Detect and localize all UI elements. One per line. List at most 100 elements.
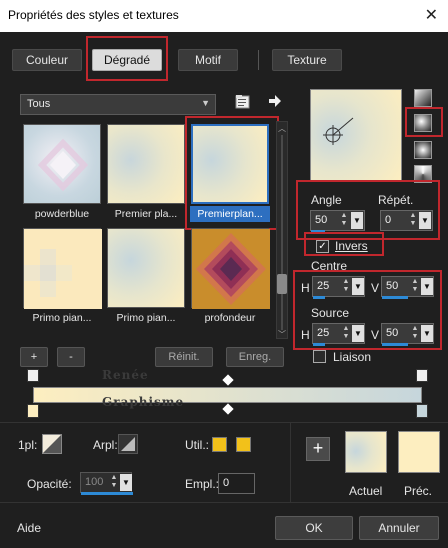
repeat-label: Répét.	[378, 193, 414, 207]
repeat-value: 0	[385, 214, 392, 226]
source-v-value: 50	[386, 327, 399, 339]
previous-gradient-swatch[interactable]	[398, 431, 440, 473]
center-v-label: V	[371, 281, 380, 295]
scrollbar-track-line	[281, 135, 283, 330]
radial-gradient-type-icon[interactable]	[414, 165, 432, 183]
add-to-library-icon[interactable]: +	[306, 437, 330, 461]
center-h-value: 25	[317, 280, 330, 292]
tab-divider	[258, 50, 259, 70]
ok-button[interactable]: OK	[275, 516, 353, 540]
reset-button[interactable]: Réinit.	[155, 347, 213, 367]
thumb-label: powderblue	[34, 208, 90, 220]
opacity-slider-fill	[81, 492, 133, 495]
repeat-spinner[interactable]: 0 ▲ ▼ ▼	[380, 210, 433, 231]
chevron-down-icon[interactable]: ▼	[421, 325, 433, 342]
scroll-up-icon[interactable]: ︿	[278, 123, 286, 134]
location-label: Empl.:	[185, 477, 220, 491]
center-v-spinner[interactable]: 50 ▲ ▼ ▼	[381, 276, 434, 299]
watermark-line1: Renée	[102, 368, 149, 382]
thumb-label: Primo pian...	[116, 312, 176, 324]
sunburst-gradient-type-icon[interactable]	[414, 141, 432, 159]
opacity-value: 100	[85, 476, 104, 488]
gradient-thumb-primo-piano-1[interactable]	[23, 228, 102, 309]
center-h-spinner[interactable]: 25 ▲ ▼ ▼	[312, 276, 365, 299]
footer-divider	[0, 502, 448, 503]
foreground-label: 1pl:	[18, 438, 38, 452]
gradient-thumb-powderblue[interactable]	[23, 124, 101, 204]
center-v-value: 50	[386, 280, 399, 292]
library-filter-select[interactable]: Tous ▼	[20, 94, 216, 115]
source-v-spinner[interactable]: 50 ▲ ▼ ▼	[381, 323, 434, 346]
chevron-down-icon[interactable]: ▼	[352, 325, 364, 342]
linear-gradient-type-icon[interactable]	[414, 89, 432, 107]
title-bar: Propriétés des styles et textures ✕	[0, 0, 448, 32]
tab-motif[interactable]: Motif	[178, 49, 238, 71]
thumb-label: profondeur	[204, 312, 256, 324]
arrow-right-icon[interactable]	[267, 93, 283, 109]
updown-icon[interactable]: ▲ ▼	[410, 325, 420, 342]
source-h-label: H	[301, 328, 310, 342]
center-label: Centre	[311, 259, 348, 273]
user-color-swatch-2[interactable]	[236, 437, 251, 452]
color-stop-right-marker[interactable]	[416, 404, 428, 418]
thumb-label: Premier pla...	[114, 208, 178, 220]
color-stop-left-marker[interactable]	[27, 404, 39, 418]
foreground-stop-button[interactable]	[42, 434, 62, 454]
updown-icon[interactable]: ▲ ▼	[109, 474, 119, 491]
top-stop-left-marker[interactable]	[27, 369, 39, 382]
source-v-slider-fill	[382, 343, 408, 346]
panel-divider	[290, 422, 291, 502]
source-h-value: 25	[317, 327, 330, 339]
cancel-button[interactable]: Annuler	[359, 516, 439, 540]
scroll-down-icon[interactable]: ﹀	[278, 329, 286, 340]
previous-label: Préc.	[404, 484, 433, 498]
close-icon[interactable]: ✕	[425, 5, 438, 25]
user-label: Util.:	[185, 438, 209, 452]
rectangular-gradient-type-icon[interactable]	[414, 114, 432, 132]
remove-gradient-button[interactable]: -	[57, 347, 85, 367]
updown-icon[interactable]: ▲ ▼	[339, 212, 349, 229]
chevron-down-icon[interactable]: ▼	[351, 212, 363, 229]
location-value: 0	[223, 477, 230, 489]
angle-spinner[interactable]: 50 ▲ ▼ ▼	[310, 210, 365, 233]
tab-degrade[interactable]: Dégradé	[92, 49, 162, 71]
location-input[interactable]: 0	[218, 473, 255, 494]
current-label: Actuel	[349, 484, 383, 498]
help-link[interactable]: Aide	[17, 521, 41, 535]
tab-texture[interactable]: Texture	[272, 49, 342, 71]
chevron-down-icon[interactable]: ▼	[352, 278, 364, 295]
section-divider	[0, 422, 448, 423]
library-folder-icon[interactable]	[235, 94, 251, 110]
save-gradient-button[interactable]: Enreg.	[226, 347, 284, 367]
angle-slider-fill	[311, 230, 325, 233]
gradient-bar[interactable]	[33, 387, 422, 403]
updown-icon[interactable]: ▲ ▼	[341, 278, 351, 295]
updown-icon[interactable]: ▲ ▼	[341, 325, 351, 342]
add-gradient-button[interactable]: +	[20, 347, 48, 367]
invert-checkbox[interactable]: ✓	[316, 240, 329, 253]
source-v-label: V	[371, 328, 380, 342]
opacity-label: Opacité:	[27, 477, 72, 491]
updown-icon[interactable]: ▲ ▼	[410, 278, 420, 295]
opacity-spinner[interactable]: 100 ▲ ▼ ▼	[80, 472, 133, 495]
chevron-down-icon[interactable]: ▼	[120, 474, 132, 491]
center-h-label: H	[301, 281, 310, 295]
link-checkbox[interactable]	[313, 350, 326, 363]
gradient-preview[interactable]	[310, 89, 402, 181]
color-midpoint-marker[interactable]	[222, 403, 234, 415]
tab-couleur[interactable]: Couleur	[12, 49, 82, 71]
gradient-thumb-premier-plan-selected[interactable]	[191, 124, 269, 204]
gradient-thumb-profondeur[interactable]	[191, 228, 270, 309]
source-h-spinner[interactable]: 25 ▲ ▼ ▼	[312, 323, 365, 346]
gradient-thumb-premier-plan-1[interactable]	[107, 124, 185, 204]
top-stop-right-marker[interactable]	[416, 369, 428, 382]
chevron-down-icon[interactable]: ▼	[421, 278, 433, 295]
chevron-down-icon[interactable]: ▼	[419, 212, 431, 229]
scrollbar-thumb[interactable]	[277, 274, 287, 294]
background-stop-button[interactable]	[118, 434, 138, 454]
top-midpoint-marker[interactable]	[222, 374, 234, 386]
updown-icon[interactable]: ▲ ▼	[408, 212, 418, 229]
gradient-thumb-primo-piano-2[interactable]	[107, 228, 185, 308]
invert-label: Invers	[335, 239, 368, 253]
user-color-swatch-1[interactable]	[212, 437, 227, 452]
